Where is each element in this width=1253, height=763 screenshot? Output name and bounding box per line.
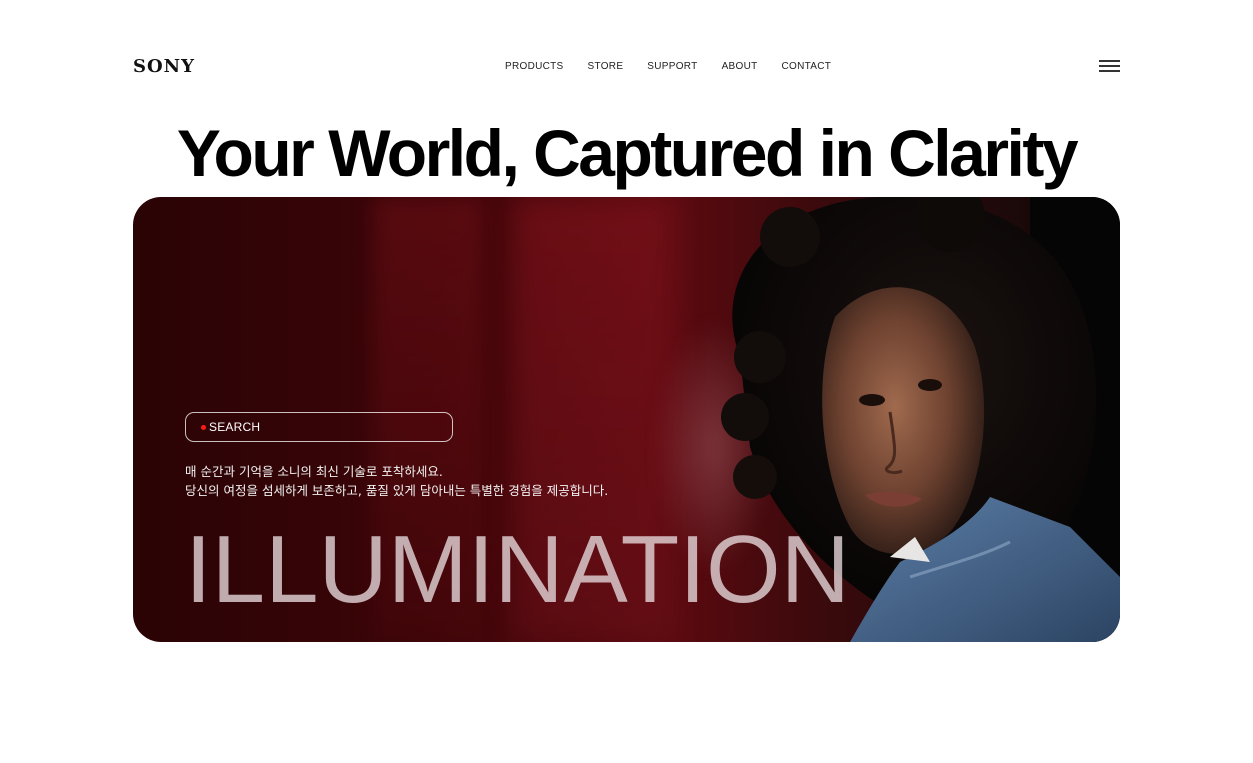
main-nav: PRODUCTS STORE SUPPORT ABOUT CONTACT	[505, 61, 831, 72]
search-label: SEARCH	[209, 420, 261, 434]
hamburger-menu-icon[interactable]	[1099, 58, 1120, 74]
nav-store[interactable]: STORE	[588, 61, 624, 72]
search-input[interactable]: SEARCH	[185, 412, 453, 442]
record-dot-icon	[201, 424, 206, 430]
sony-logo[interactable]: SONY	[133, 56, 195, 77]
nav-contact[interactable]: CONTACT	[782, 61, 832, 72]
site-header: SONY PRODUCTS STORE SUPPORT ABOUT CONTAC…	[133, 52, 1120, 82]
hero-description: 매 순간과 기억을 소니의 최신 기술로 포착하세요. 당신의 여정을 섬세하게…	[185, 462, 608, 500]
description-line-1: 매 순간과 기억을 소니의 최신 기술로 포착하세요.	[185, 464, 443, 479]
illumination-title: ILLUMINATION	[185, 516, 850, 623]
description-line-2: 당신의 여정을 섬세하게 보존하고, 품질 있게 담아내는 특별한 경험을 제공…	[185, 483, 609, 498]
page-headline: Your World, Captured in Clarity	[176, 116, 1079, 190]
nav-about[interactable]: ABOUT	[722, 61, 758, 72]
hero-banner: SEARCH 매 순간과 기억을 소니의 최신 기술로 포착하세요. 당신의 여…	[133, 197, 1120, 642]
nav-products[interactable]: PRODUCTS	[505, 61, 564, 72]
nav-support[interactable]: SUPPORT	[647, 61, 697, 72]
